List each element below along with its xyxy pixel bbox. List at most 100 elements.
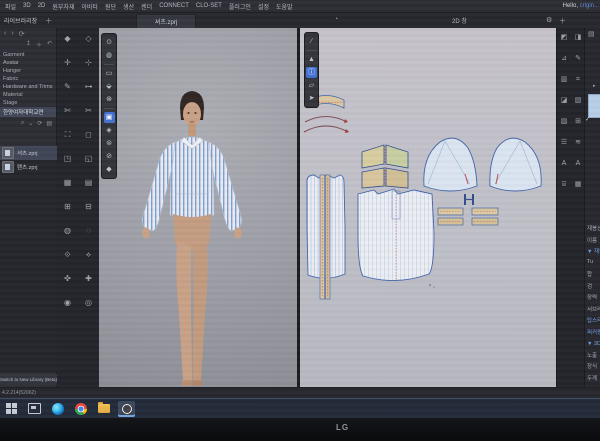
tool-icon[interactable]: ⊞: [61, 200, 74, 213]
library-folder-garment[interactable]: Garment: [0, 51, 56, 59]
property-section[interactable]: ▼ 재봉선: [587, 247, 600, 259]
property-row[interactable]: 퍼커링: [587, 328, 600, 340]
menu-3d[interactable]: 3D: [23, 3, 31, 9]
pattern-pieces-canvas[interactable]: [300, 28, 556, 387]
tool-icon[interactable]: ✎: [573, 53, 584, 64]
forward-icon[interactable]: ›: [11, 30, 13, 38]
library-folder-trims[interactable]: Hardware and Trims: [0, 83, 56, 91]
grid-view-icon[interactable]: ▤: [588, 30, 600, 38]
tool-icon[interactable]: ✚: [82, 272, 95, 285]
menu-clo-set[interactable]: CLO-SET: [196, 3, 222, 9]
tool-icon[interactable]: ⊞: [573, 116, 584, 127]
tool-icon[interactable]: ⊿: [559, 53, 570, 64]
tool-icon[interactable]: ✜: [61, 272, 74, 285]
show-grain-icon[interactable]: ➤: [306, 93, 317, 104]
tab-options-icon[interactable]: ◔: [334, 16, 338, 23]
pattern-collar-curve-1[interactable]: [305, 117, 347, 123]
library-folder-hanger[interactable]: Hanger: [0, 67, 56, 75]
menu-connect[interactable]: CONNECT: [159, 3, 189, 9]
tool-icon[interactable]: ▧: [573, 95, 584, 106]
add-folder-icon[interactable]: ＋: [36, 40, 42, 49]
fit-map-icon[interactable]: ◆: [104, 164, 115, 175]
add-tab-icon[interactable]: ＋: [45, 16, 52, 26]
chrome-app-button[interactable]: [72, 401, 89, 417]
tool-icon[interactable]: ◳: [61, 152, 74, 165]
tool-icon[interactable]: ◱: [82, 152, 95, 165]
menu-fabric[interactable]: 원단: [105, 2, 116, 11]
pattern-collar-curve-2[interactable]: [304, 126, 348, 132]
tool-icon[interactable]: ✛: [61, 56, 74, 69]
tool-icon[interactable]: ◎: [82, 296, 95, 309]
clo3d-app-button[interactable]: [118, 401, 135, 417]
chevron-down-icon[interactable]: ⌄: [28, 120, 33, 127]
property-row[interactable]: 탑스티치: [587, 316, 600, 328]
pattern-h-notch[interactable]: [465, 194, 473, 205]
show-fabric-icon[interactable]: ▱: [306, 80, 317, 91]
tool-icon[interactable]: ✄: [61, 104, 74, 117]
tool-icon[interactable]: ⊶: [82, 80, 95, 93]
fabric-swatch-thumbnail[interactable]: [588, 94, 600, 118]
file-item-shirt[interactable]: 셔츠.zprj: [0, 146, 57, 160]
account-username[interactable]: crlgin...: [580, 3, 599, 9]
menu-help[interactable]: 도움말: [276, 2, 293, 11]
file-explorer-button[interactable]: [95, 401, 112, 417]
library-folder-fabric[interactable]: Fabric: [0, 75, 56, 83]
refresh-icon[interactable]: ⟳: [37, 120, 42, 127]
text-tool-icon[interactable]: A: [559, 158, 570, 169]
tool-icon[interactable]: ▥: [559, 74, 570, 85]
tool-icon[interactable]: ◍: [61, 224, 74, 237]
gear-icon[interactable]: ⚙: [546, 16, 552, 24]
task-view-button[interactable]: [26, 401, 43, 417]
tool-icon[interactable]: ⟐: [61, 248, 74, 261]
avatar-3d-view[interactable]: [99, 28, 297, 387]
tool-icon[interactable]: ⊹: [82, 56, 95, 69]
library-folder-custom[interactable]: 한양여자대학교연: [0, 107, 56, 117]
library-folder-material[interactable]: Material: [0, 91, 56, 99]
viewport-2d[interactable]: ∕ ▲ ⓘ ▱ ➤: [300, 28, 556, 387]
library-folder-stage[interactable]: Stage: [0, 99, 56, 107]
pattern-sleeve-right[interactable]: [490, 138, 541, 191]
window-2d-label[interactable]: 2D 창: [452, 16, 467, 25]
tool-icon[interactable]: ✎: [61, 80, 74, 93]
show-pattern-icon[interactable]: ▲: [306, 54, 317, 65]
plus-icon[interactable]: ＋: [559, 16, 566, 26]
expand-triangle-icon[interactable]: ▸: [593, 83, 596, 89]
stress-map-icon[interactable]: ⊘: [104, 151, 115, 162]
tool-icon[interactable]: ◌: [82, 224, 95, 237]
tool-icon[interactable]: ▨: [559, 116, 570, 127]
undo-icon[interactable]: ↶: [47, 40, 52, 49]
start-button[interactable]: [3, 401, 20, 417]
pattern-info-icon[interactable]: ⓘ: [306, 67, 317, 78]
tool-icon[interactable]: ◨: [573, 32, 584, 43]
shirt-sleeve-left[interactable]: [142, 142, 175, 231]
tool-icon[interactable]: ⊟: [82, 200, 95, 213]
tool-icon[interactable]: ⌗: [573, 74, 584, 85]
tool-icon[interactable]: ▤: [82, 176, 95, 189]
tool-icon[interactable]: ◪: [559, 95, 570, 106]
tool-icon[interactable]: ▦: [573, 179, 584, 190]
tool-icon[interactable]: ⌸: [559, 179, 570, 190]
menu-plugin[interactable]: 플러그인: [229, 2, 251, 11]
render-style-icon[interactable]: ▣: [104, 112, 115, 123]
tool-icon[interactable]: ☰: [559, 137, 570, 148]
tool-icon[interactable]: ▦: [61, 176, 74, 189]
refresh-icon[interactable]: ⟳: [19, 30, 25, 38]
tool-icon[interactable]: ◻: [82, 128, 95, 141]
mesh-view-icon[interactable]: ⊜: [104, 138, 115, 149]
pattern-cuffs[interactable]: [438, 208, 498, 225]
tool-icon[interactable]: ⛶: [61, 128, 74, 141]
tab-garment-file[interactable]: 셔츠.zprj: [136, 14, 196, 28]
pattern-yoke-group[interactable]: [362, 145, 408, 188]
tool-icon[interactable]: ◉: [61, 296, 74, 309]
tool-icon[interactable]: ◆: [61, 32, 74, 45]
upload-icon[interactable]: ↥: [26, 40, 31, 49]
edge-app-button[interactable]: [49, 401, 66, 417]
show-seams-icon[interactable]: ⬙: [104, 81, 115, 92]
menu-render[interactable]: 렌더: [141, 2, 152, 11]
pattern-sleeve-left[interactable]: [424, 138, 477, 191]
tool-icon[interactable]: ≋: [573, 137, 584, 148]
menu-production[interactable]: 생산: [123, 2, 134, 11]
tool-icon[interactable]: ⟡: [82, 248, 95, 261]
tab-library[interactable]: 라이브러리창 ＋: [4, 15, 52, 26]
back-icon[interactable]: ‹: [4, 30, 6, 38]
